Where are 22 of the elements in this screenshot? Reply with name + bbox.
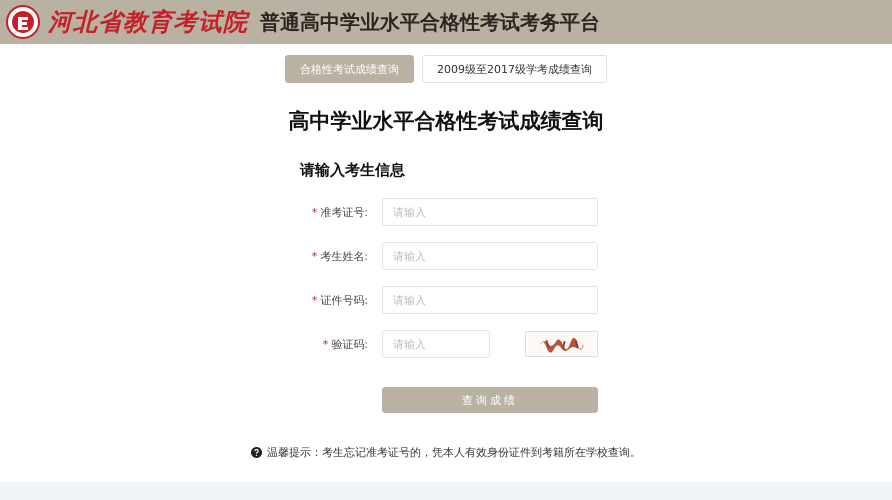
page-title: 高中学业水平合格性考试成绩查询 — [288, 108, 604, 135]
field-label: 证件号码: — [320, 292, 368, 308]
help-icon — [251, 447, 262, 458]
submit-button[interactable]: 查询成绩 — [382, 387, 598, 413]
platform-title: 普通高中学业水平合格性考试考务平台 — [260, 8, 600, 36]
required-mark: * — [312, 206, 318, 218]
section-title: 请输入考生信息 — [300, 161, 406, 180]
tab[interactable]: 合格性考试成绩查询 — [285, 55, 414, 83]
required-mark: * — [312, 250, 318, 262]
tip-text: 温馨提示：考生忘记准考证号的，凭本人有效身份证件到考籍所在学校查询。 — [267, 445, 641, 460]
input-field[interactable]: 请输入 — [382, 286, 598, 314]
tab[interactable]: 2009级至2017级学考成绩查询 — [422, 55, 607, 83]
input-field[interactable]: 请输入 — [382, 198, 598, 226]
required-mark: * — [322, 338, 328, 350]
field-label: 准考证号: — [320, 204, 368, 220]
captcha-field[interactable]: 请输入 — [382, 330, 490, 358]
logo-text: 河北省教育考试院 — [48, 6, 248, 38]
required-mark: * — [312, 294, 318, 306]
field-label: 考生姓名: — [320, 248, 368, 264]
emblem-icon — [6, 5, 40, 39]
input-field[interactable]: 请输入 — [382, 242, 598, 270]
field-label: 验证码: — [331, 336, 368, 352]
